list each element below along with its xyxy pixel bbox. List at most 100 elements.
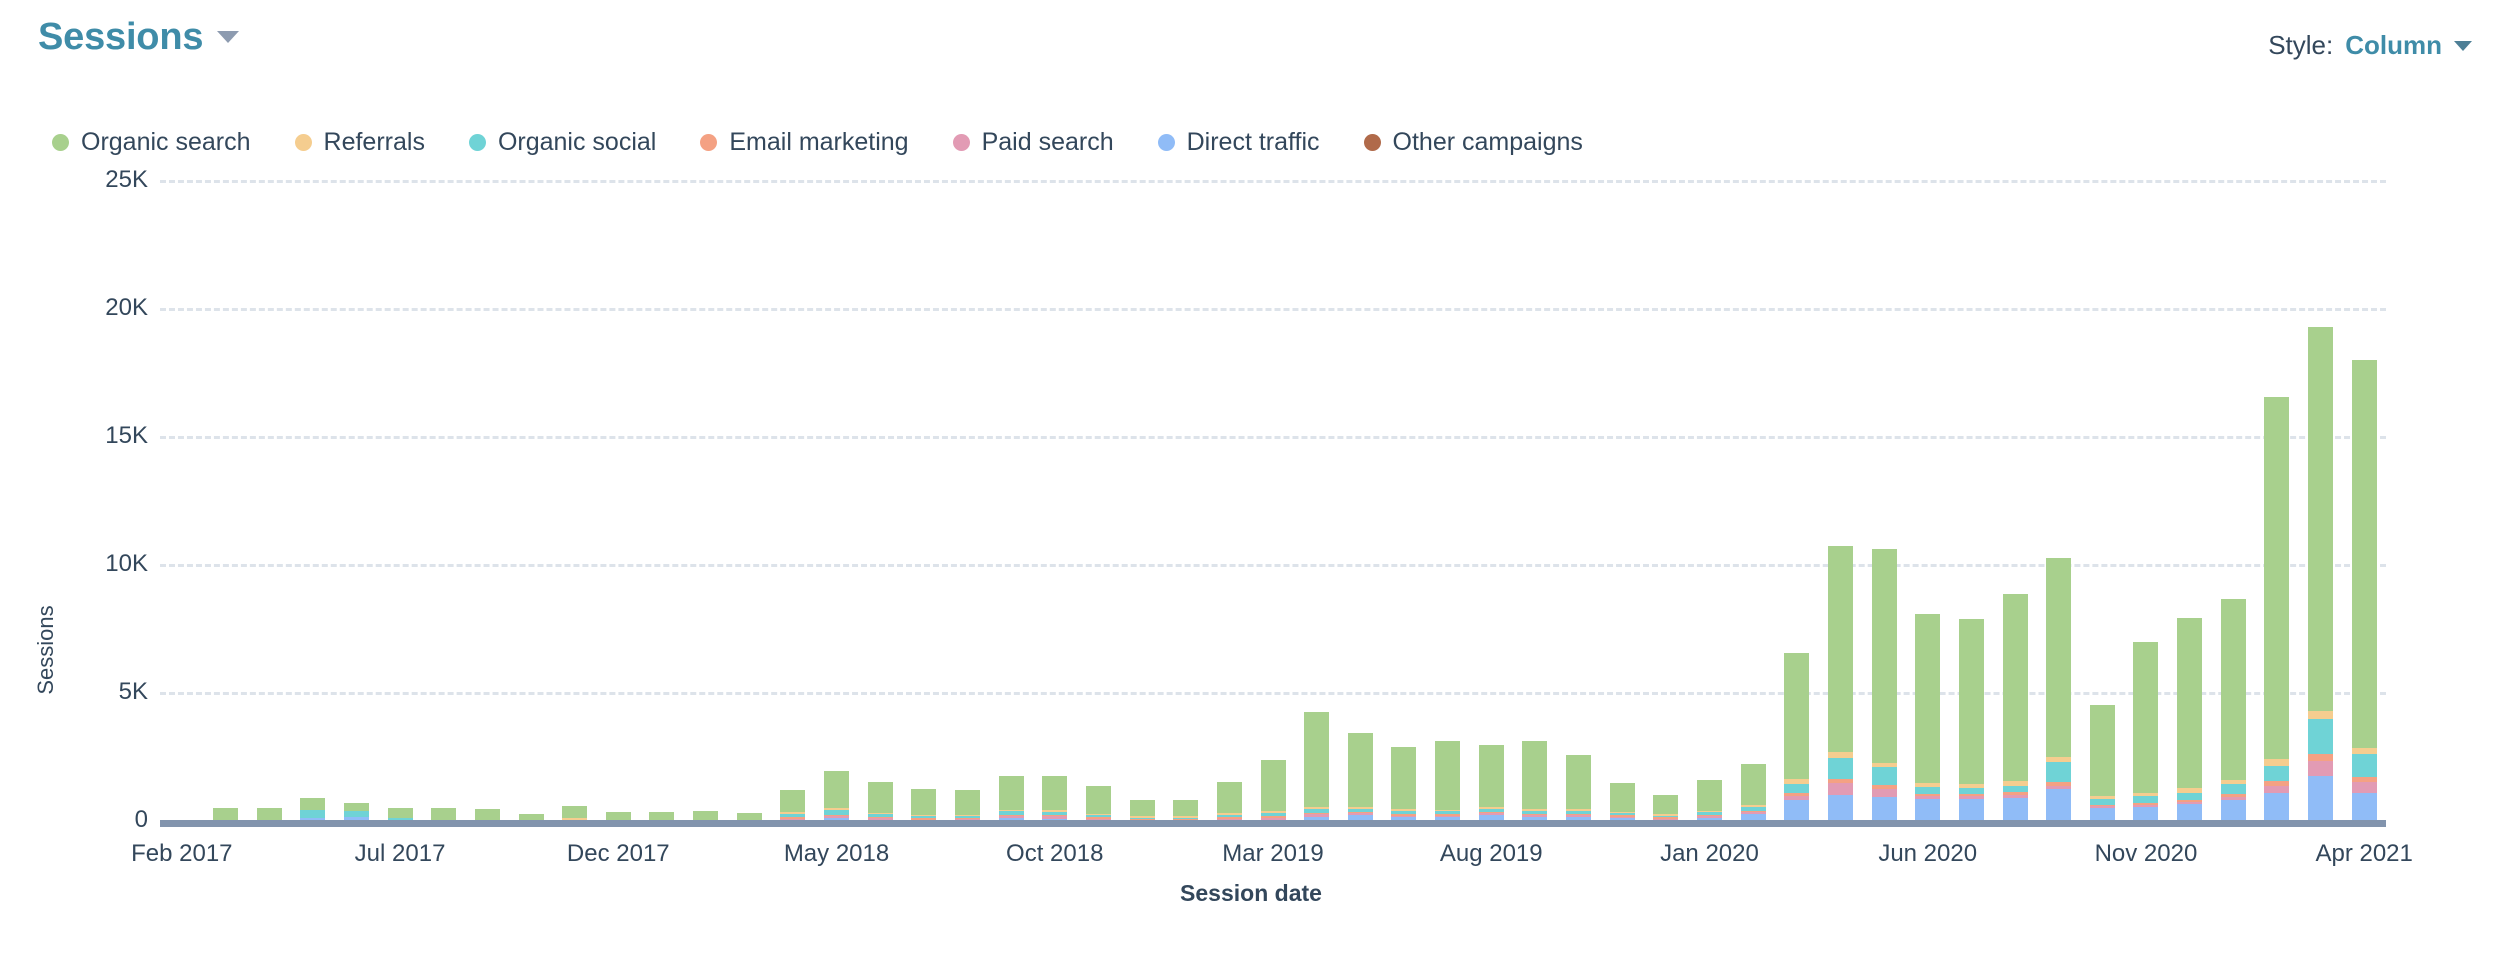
style-selector[interactable]: Style: Column [2268,30,2472,61]
chevron-down-icon [217,31,240,43]
bar-segment [1304,712,1330,808]
bar-segment [2308,776,2334,826]
bar-column[interactable] [1566,755,1592,826]
bar-segment [1871,548,1897,763]
bar-column[interactable] [2046,557,2072,826]
bar-segment [1129,800,1155,817]
x-axis-tick-label: Jan 2020 [1660,840,1759,867]
bar-column[interactable] [1260,759,1286,826]
plot-canvas [160,180,2386,826]
bar-column[interactable] [2002,594,2028,826]
bar-segment [1435,741,1461,810]
legend-item[interactable]: Email marketing [700,128,909,157]
bar-segment [300,809,326,818]
bar-segment [2308,760,2334,777]
x-axis-tick-label: Mar 2019 [1222,840,1324,867]
y-axis-tick-label: 10K [105,550,148,577]
bar-segment [1173,800,1199,817]
bar-column[interactable] [998,775,1024,826]
legend-item-label: Referrals [323,128,425,156]
bar-segment [2264,765,2290,781]
legend-item[interactable]: Organic social [468,128,656,157]
bar-segment [1871,767,1897,786]
legend-item[interactable]: Direct traffic [1157,128,1320,157]
bar-column[interactable] [1871,548,1897,826]
bar-column[interactable] [2089,705,2115,826]
bar-column[interactable] [1740,764,1766,826]
page-title: Sessions [38,16,204,58]
bar-segment [780,789,806,813]
metric-selector-dropdown[interactable]: Sessions [38,16,240,58]
bar-column[interactable] [1958,618,1984,826]
bar-column[interactable] [2133,641,2159,826]
bar-column[interactable] [1304,712,1330,826]
x-axis-tick-label: May 2018 [783,840,890,867]
bar-segment [2089,705,2115,797]
x-axis-title: Session date [1180,880,1322,906]
bar-segment [911,788,937,815]
x-axis-tick-label: Oct 2018 [1006,840,1104,867]
bar-segment [1085,786,1111,814]
bar-segment [1653,795,1679,815]
bar-segment [1784,652,1810,780]
chart-header: Sessions Style: Column [0,0,2502,100]
legend-color-swatch-icon [1363,134,1381,151]
legend-item-label: Email marketing [729,128,909,156]
bar-segment [2046,557,2072,757]
legend-color-swatch-icon [700,134,718,151]
bar-segment [1740,764,1766,806]
bar-segment [2220,784,2246,795]
x-axis-tick-label: Nov 2020 [2094,840,2198,867]
legend-item[interactable]: Paid search [952,128,1114,157]
bar-segment [2308,719,2334,754]
bar-column[interactable] [1435,741,1461,826]
bar-segment [2264,759,2290,766]
legend-item[interactable]: Other campaigns [1363,128,1583,157]
bar-segment [1784,783,1810,793]
bar-segment [1478,745,1504,807]
bar-column[interactable] [1915,614,1941,826]
gridline [160,180,2386,183]
y-axis-tick-label: 25K [105,166,148,193]
x-axis-tick-label: Jun 2020 [1878,840,1978,867]
bar-column[interactable] [2177,617,2203,826]
bar-segment [1522,740,1548,809]
bar-column[interactable] [1347,732,1373,826]
bar-segment [867,781,893,813]
bar-column[interactable] [1784,652,1810,826]
y-axis-ticks: 0 5K 10K 15K 20K 25K [0,166,148,880]
bar-column[interactable] [824,771,850,826]
chart-legend: Organic search Referrals Organic social Ema… [52,128,1627,157]
bar-segment [2351,359,2377,748]
bar-column[interactable] [1522,740,1548,826]
legend-item-label: Other campaigns [1392,128,1583,156]
legend-item[interactable]: Referrals [294,128,425,157]
y-axis-tick-label: 5K [118,678,148,705]
legend-color-swatch-icon [1157,134,1175,151]
legend-item[interactable]: Organic search [52,128,251,157]
bar-column[interactable] [2308,326,2334,826]
bar-segment [1958,618,1984,785]
x-axis-tick-label: Aug 2019 [1439,840,1543,867]
bar-segment [998,775,1024,810]
legend-color-swatch-icon [294,134,312,151]
bar-column[interactable] [1391,747,1417,826]
bar-segment [2046,761,2072,782]
bar-segment [2264,397,2290,760]
bar-segment [2002,785,2028,793]
bar-segment [954,790,980,815]
bar-column[interactable] [1827,545,1853,826]
bar-column[interactable] [2264,397,2290,826]
style-value[interactable]: Column [2345,30,2442,61]
bar-segment [1347,732,1373,808]
legend-color-swatch-icon [52,134,69,151]
bar-column[interactable] [2220,599,2246,826]
y-axis-tick-label: 0 [134,806,148,833]
legend-color-swatch-icon [468,134,486,151]
x-axis-tick-label: Feb 2017 [131,840,233,867]
bar-column[interactable] [2351,359,2377,826]
bar-column[interactable] [1478,745,1504,826]
bar-column[interactable] [1042,775,1068,826]
y-axis-tick-label: 20K [105,294,148,321]
bar-segment [2308,753,2334,761]
